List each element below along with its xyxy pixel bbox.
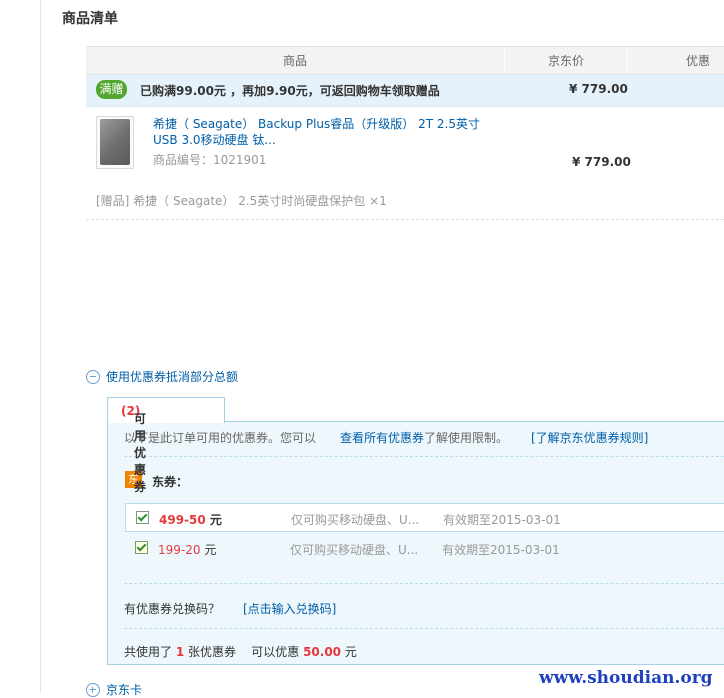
product-thumbnail[interactable]: [96, 116, 134, 169]
watermark: www.shoudian.org: [539, 668, 713, 688]
coupon-rules-link[interactable]: [了解京东优惠券规则]: [531, 429, 648, 446]
view-all-coupons-link[interactable]: 查看所有优惠券: [340, 429, 424, 446]
coupon-row[interactable]: 199-20 元 仅可购买移动硬盘、U... 有效期至2015-03-01: [125, 534, 724, 561]
dong-coupon-label: 东券：: [152, 475, 189, 489]
coupon-note-text2: 了解使用限制。: [424, 431, 509, 445]
coupon-amount-wrap: 199-20 元: [158, 541, 216, 558]
tab-label-wrap: 可用优惠券 (2): [121, 404, 146, 494]
summary-prefix: 共使用了: [124, 645, 176, 659]
divider: [124, 456, 724, 457]
section-title: 商品清单: [62, 11, 118, 27]
coupon-unit: 元: [209, 513, 222, 527]
coupon-summary: 共使用了 1 张优惠券 可以优惠 50.00 元: [124, 643, 357, 660]
coupon-validity: 有效期至2015-03-01: [443, 513, 561, 527]
collapse-icon: [86, 370, 100, 384]
coupon-note-text: 以下是此订单可用的优惠券。您可以: [124, 431, 317, 445]
tab-available-coupons[interactable]: 可用优惠券 (2): [107, 397, 225, 494]
promo-price: ¥ 779.00: [569, 82, 628, 96]
coupon-scope: 仅可购买移动硬盘、U...: [290, 543, 419, 557]
header-price: 京东价: [505, 47, 628, 75]
summary-amount: 50.00: [303, 645, 342, 659]
jd-card-label: 京东卡: [106, 683, 143, 697]
divider: [124, 583, 724, 584]
jd-card-toggle[interactable]: 京东卡: [86, 681, 142, 698]
summary-suffix: 元: [341, 645, 357, 659]
hard-drive-image: [100, 119, 130, 165]
gift-line: [赠品] 希捷（ Seagate） 2.5英寸时尚硬盘保护包 ×1: [96, 194, 387, 208]
coupon-validity: 有效期至2015-03-01: [442, 543, 560, 557]
promo-row: 满赠 已购满99.00元 ，再加9.90元，可返回购物车领取赠品 ¥ 779.0…: [86, 74, 724, 107]
enter-redeem-code-link[interactable]: [点击输入兑换码]: [243, 600, 336, 617]
summary-count: 1: [175, 645, 185, 659]
header-product: 商品: [86, 47, 505, 75]
divider: [86, 219, 724, 220]
coupon-amount: 499-50: [159, 513, 206, 527]
product-price: ¥ 779.00: [572, 155, 631, 169]
divider: [124, 628, 724, 629]
summary-mid: 张优惠券 可以优惠: [184, 645, 304, 659]
coupon-scope: 仅可购买移动硬盘、U...: [291, 513, 420, 527]
expand-icon: [86, 683, 100, 697]
table-header: 商品 京东价 优惠: [86, 46, 724, 75]
coupon-toggle[interactable]: 使用优惠券抵消部分总额: [86, 368, 238, 385]
coupon-toggle-label: 使用优惠券抵消部分总额: [106, 370, 239, 384]
left-divider: [40, 0, 41, 693]
coupon-unit: 元: [204, 543, 217, 557]
coupon-row[interactable]: 499-50 元 仅可购买移动硬盘、U... 有效期至2015-03-01: [125, 503, 724, 532]
product-number: 商品编号：1021901: [153, 153, 267, 167]
coupon-amount-wrap: 499-50 元: [159, 511, 222, 528]
header-discount: 优惠: [686, 54, 711, 68]
redeem-question: 有优惠券兑换码？: [124, 602, 221, 616]
coupon-amount: 199-20: [158, 543, 201, 557]
promo-text: 已购满99.00元 ，再加9.90元，可返回购物车领取赠品: [140, 84, 440, 98]
tab-label: 可用优惠券: [134, 412, 147, 494]
product-name-link[interactable]: 希捷（ Seagate） Backup Plus睿品（升级版） 2T 2.5英寸…: [153, 116, 498, 148]
coupon-checkbox[interactable]: [135, 541, 148, 554]
gift-badge: 满赠: [96, 80, 127, 99]
coupon-checkbox[interactable]: [136, 511, 149, 524]
